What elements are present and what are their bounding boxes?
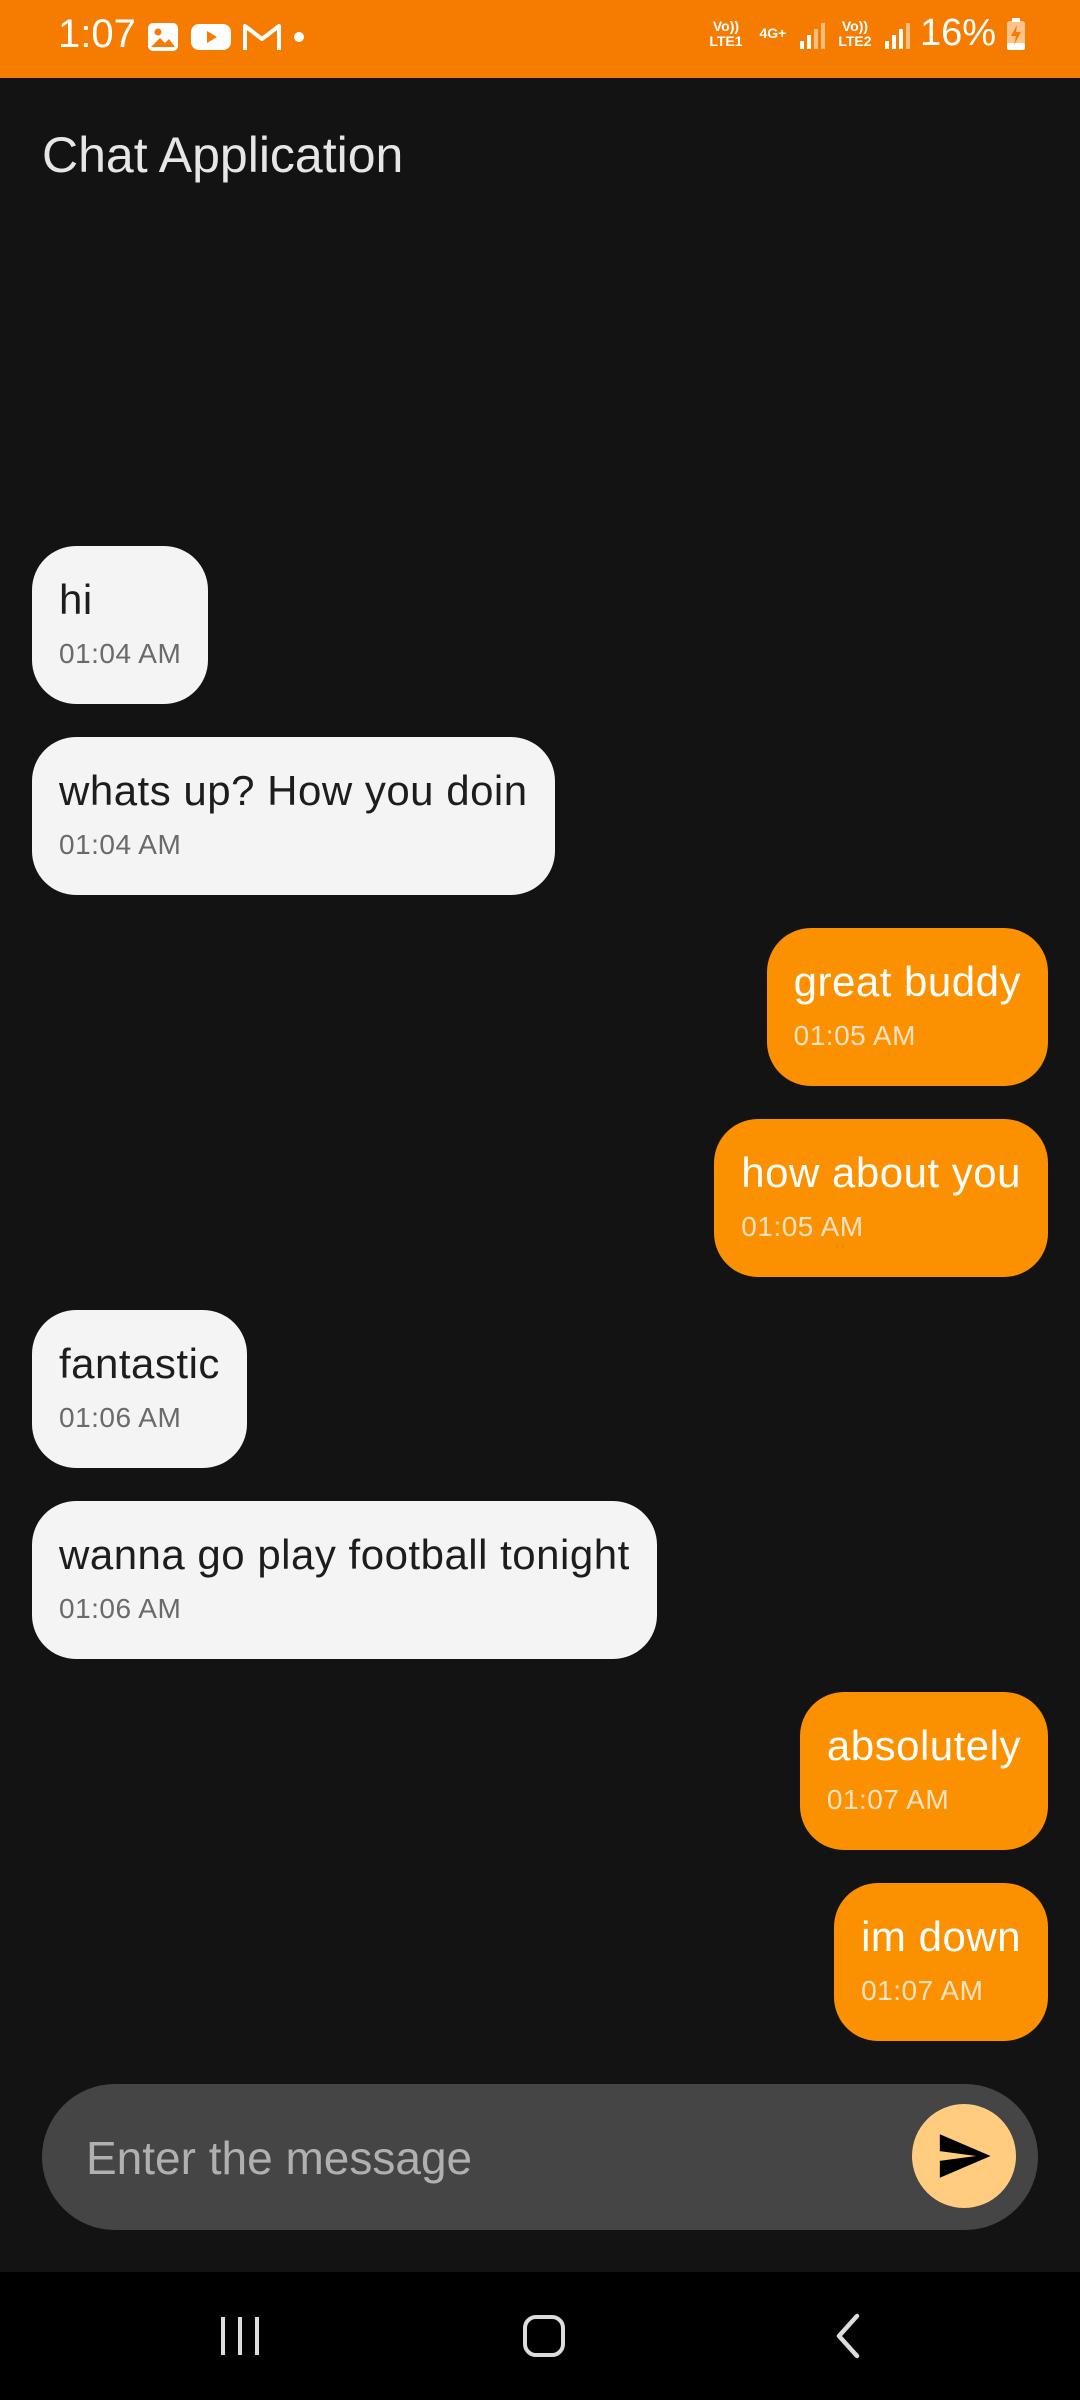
message-time: 01:07 AM [861, 1975, 984, 2006]
gallery-icon [148, 23, 178, 51]
message-text: whats up? How you doin [59, 767, 528, 814]
message-bubble-received: fantastic 01:06 AM [32, 1310, 247, 1468]
message-time: 01:06 AM [59, 1593, 182, 1624]
battery-charging-icon [1007, 17, 1025, 50]
message-bubble-sent: im down 01:07 AM [834, 1883, 1048, 2041]
message-time: 01:06 AM [59, 1402, 182, 1433]
message-text: hi [59, 576, 93, 623]
message-bubble-sent: how about you 01:05 AM [714, 1119, 1048, 1277]
recents-button[interactable] [190, 2272, 290, 2400]
status-bar: 1:07 Vo)) LTE1 4G+ Vo)) LTE2 16% [0, 0, 1080, 78]
notification-icons [146, 20, 306, 54]
send-icon [939, 2134, 991, 2178]
message-bubble-sent: absolutely 01:07 AM [799, 1692, 1048, 1850]
home-icon [523, 2315, 565, 2357]
message-text: how about you [741, 1149, 1021, 1196]
signal-bars-2-icon [884, 19, 910, 49]
battery-percent: 16% [919, 12, 996, 54]
message-time: 01:07 AM [826, 1784, 950, 1815]
message-input[interactable] [84, 2084, 888, 2232]
system-nav-bar [0, 2272, 1080, 2400]
message-composer [42, 2084, 1038, 2232]
home-button[interactable] [494, 2272, 594, 2400]
signal-bars-1-icon [799, 19, 825, 49]
message-time: 01:05 AM [793, 1020, 916, 1051]
message-text: fantastic [59, 1340, 220, 1387]
status-right: Vo)) LTE1 4G+ Vo)) LTE2 16% [706, 12, 1026, 55]
status-time: 1:07 [58, 12, 136, 56]
message-text: absolutely [826, 1722, 1021, 1769]
sim1-label: Vo)) LTE1 [709, 17, 743, 49]
message-bubble-received: hi 01:04 AM [32, 546, 209, 704]
network-type: 4G+ [759, 25, 787, 41]
message-text: great buddy [793, 958, 1021, 1005]
message-bubble-received: whats up? How you doin 01:04 AM [32, 737, 555, 895]
send-button[interactable] [912, 2104, 1016, 2208]
message-time: 01:04 AM [59, 829, 182, 860]
message-text: im down [861, 1913, 1021, 1960]
more-notifications-dot [294, 32, 304, 42]
message-bubble-sent: great buddy 01:05 AM [766, 928, 1048, 1086]
message-time: 01:04 AM [59, 638, 182, 669]
youtube-icon [191, 24, 231, 50]
page-title: Chat Application [42, 127, 404, 183]
message-time: 01:05 AM [741, 1211, 864, 1242]
recents-icon [221, 2317, 259, 2355]
gmail-icon [243, 24, 281, 50]
sim2-label: Vo)) LTE2 [838, 17, 872, 49]
back-icon [836, 2313, 860, 2359]
message-text: wanna go play football tonight [59, 1531, 630, 1578]
message-bubble-received: wanna go play football tonight 01:06 AM [32, 1501, 657, 1659]
back-button[interactable] [798, 2272, 898, 2400]
